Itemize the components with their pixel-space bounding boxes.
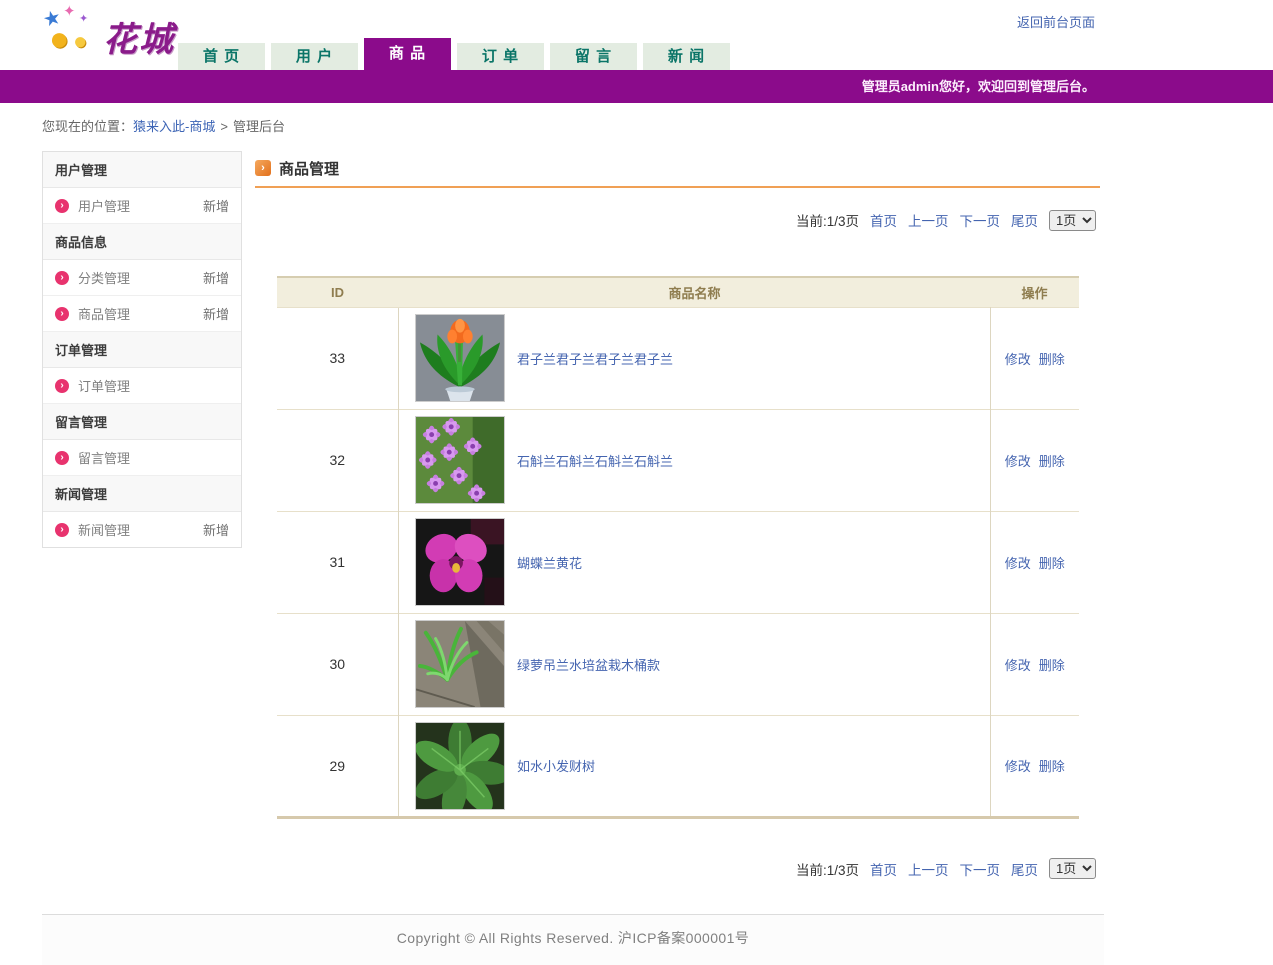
col-header-name: 商品名称 [399,277,991,307]
breadcrumb: 您现在的位置：猿来入此-商城 > 管理后台 [42,116,1273,135]
edit-link[interactable]: 修改 [1005,556,1031,571]
nav-tab-news[interactable]: 新 闻 [643,43,730,70]
pagination-bottom: 当前:1/3页 首页 上一页 下一页 尾页 1页 [255,857,1100,881]
sidebar-add-news-link[interactable]: 新增 [203,520,229,539]
product-image-clivia [415,314,505,402]
sidebar-add-product-link[interactable]: 新增 [203,304,229,323]
arrow-circle-icon: › [55,271,69,285]
table-row: 31 蝴 [277,511,1079,613]
page-header: ★ ✦ ✦ ● ● 花城 返回前台页面 首 页 用 户 商 品 订 单 留 言 … [0,0,1273,70]
last-page-link[interactable]: 尾页 [1011,859,1038,879]
product-id: 31 [277,511,399,613]
col-header-id: ID [277,277,399,307]
back-to-frontend-link[interactable]: 返回前台页面 [1017,12,1095,31]
main-panel: › 商品管理 当前:1/3页 首页 上一页 下一页 尾页 1页 ID 商品名称 … [255,151,1100,881]
arrow-circle-icon: › [55,451,69,465]
admin-greeting-bar: 管理员admin您好，欢迎回到管理后台。 [0,70,1273,103]
pagination-status: 当前:1/3页 [796,210,859,230]
product-id: 32 [277,409,399,511]
table-row: 29 [277,715,1079,817]
product-image-dendrobium [415,416,505,504]
arrow-circle-icon: › [55,379,69,393]
sidebar-item-order-manage[interactable]: › 订单管理 [43,368,241,404]
product-name-link[interactable]: 石斛兰石斛兰石斛兰石斛兰 [517,451,673,470]
prev-page-link[interactable]: 上一页 [908,210,949,230]
delete-link[interactable]: 删除 [1039,556,1065,571]
breadcrumb-current: 管理后台 [233,119,285,134]
delete-link[interactable]: 删除 [1039,658,1065,673]
arrow-circle-icon: › [55,307,69,321]
main-nav: 首 页 用 户 商 品 订 单 留 言 新 闻 [178,38,736,70]
product-name-link[interactable]: 蝴蝶兰黄花 [517,553,582,572]
page-select[interactable]: 1页 [1049,858,1096,879]
breadcrumb-separator: > [220,119,228,134]
edit-link[interactable]: 修改 [1005,658,1031,673]
pagination-top: 当前:1/3页 首页 上一页 下一页 尾页 1页 [255,208,1100,232]
col-header-actions: 操作 [991,277,1079,307]
nav-tab-orders[interactable]: 订 单 [457,43,544,70]
nav-tab-users[interactable]: 用 户 [271,43,358,70]
sidebar-item-product-manage[interactable]: › 商品管理 新增 [43,296,241,332]
next-page-link[interactable]: 下一页 [960,210,1001,230]
delete-link[interactable]: 删除 [1039,454,1065,469]
arrow-circle-icon: › [55,199,69,213]
sidebar-item-news-manage[interactable]: › 新闻管理 新增 [43,512,241,547]
products-table: ID 商品名称 操作 33 [277,276,1079,819]
sidebar-section-user: 用户管理 [43,152,241,188]
sidebar-section-order: 订单管理 [43,332,241,368]
sidebar-item-category-manage[interactable]: › 分类管理 新增 [43,260,241,296]
sidebar-section-news: 新闻管理 [43,476,241,512]
site-logo: ★ ✦ ✦ ● ● 花城 [35,2,185,66]
sidebar-add-user-link[interactable]: 新增 [203,196,229,215]
product-image-money-tree [415,722,505,810]
product-id: 29 [277,715,399,817]
breadcrumb-prefix: 您现在的位置： [42,119,133,134]
product-name-link[interactable]: 如水小发财树 [517,756,595,775]
nav-tab-home[interactable]: 首 页 [178,43,265,70]
edit-link[interactable]: 修改 [1005,454,1031,469]
page-select[interactable]: 1页 [1049,210,1096,231]
page-title-row: › 商品管理 [255,157,1100,179]
arrow-circle-icon: › [55,523,69,537]
product-id: 33 [277,307,399,409]
product-name-link[interactable]: 绿萝吊兰水培盆栽木桶款 [517,655,660,674]
first-page-link[interactable]: 首页 [870,859,897,879]
delete-link[interactable]: 删除 [1039,352,1065,367]
sidebar-section-message: 留言管理 [43,404,241,440]
last-page-link[interactable]: 尾页 [1011,210,1038,230]
sidebar-item-user-manage[interactable]: › 用户管理 新增 [43,188,241,224]
sidebar: 用户管理 › 用户管理 新增 商品信息 › 分类管理 新增 › 商品管理 新增 … [42,151,242,548]
sidebar-section-product-info: 商品信息 [43,224,241,260]
first-page-link[interactable]: 首页 [870,210,897,230]
table-header-row: ID 商品名称 操作 [277,277,1079,307]
product-image-phalaenopsis [415,518,505,606]
table-row: 32 [277,409,1079,511]
prev-page-link[interactable]: 上一页 [908,859,949,879]
sidebar-add-category-link[interactable]: 新增 [203,268,229,287]
title-divider [255,186,1100,188]
edit-link[interactable]: 修改 [1005,759,1031,774]
content-area: 用户管理 › 用户管理 新增 商品信息 › 分类管理 新增 › 商品管理 新增 … [42,151,1104,881]
product-id: 30 [277,613,399,715]
logo-text: 花城 [103,12,175,61]
delete-link[interactable]: 删除 [1039,759,1065,774]
pagination-status: 当前:1/3页 [796,859,859,879]
edit-link[interactable]: 修改 [1005,352,1031,367]
page-title: 商品管理 [279,158,339,179]
table-row: 30 [277,613,1079,715]
product-name-link[interactable]: 君子兰君子兰君子兰君子兰 [517,349,673,368]
next-page-link[interactable]: 下一页 [960,859,1001,879]
nav-tab-products[interactable]: 商 品 [364,38,451,70]
sidebar-item-message-manage[interactable]: › 留言管理 [43,440,241,476]
nav-tab-messages[interactable]: 留 言 [550,43,637,70]
footer-copyright: Copyright © All Rights Reserved. 沪ICP备案0… [397,930,749,946]
page-footer: Copyright © All Rights Reserved. 沪ICP备案0… [42,914,1104,965]
product-image-spider-plant [415,620,505,708]
orange-arrow-icon: › [255,160,271,176]
logo-flower-icon: ★ ✦ ✦ ● ● [35,2,101,64]
breadcrumb-site-link[interactable]: 猿来入此-商城 [133,119,215,134]
table-row: 33 [277,307,1079,409]
